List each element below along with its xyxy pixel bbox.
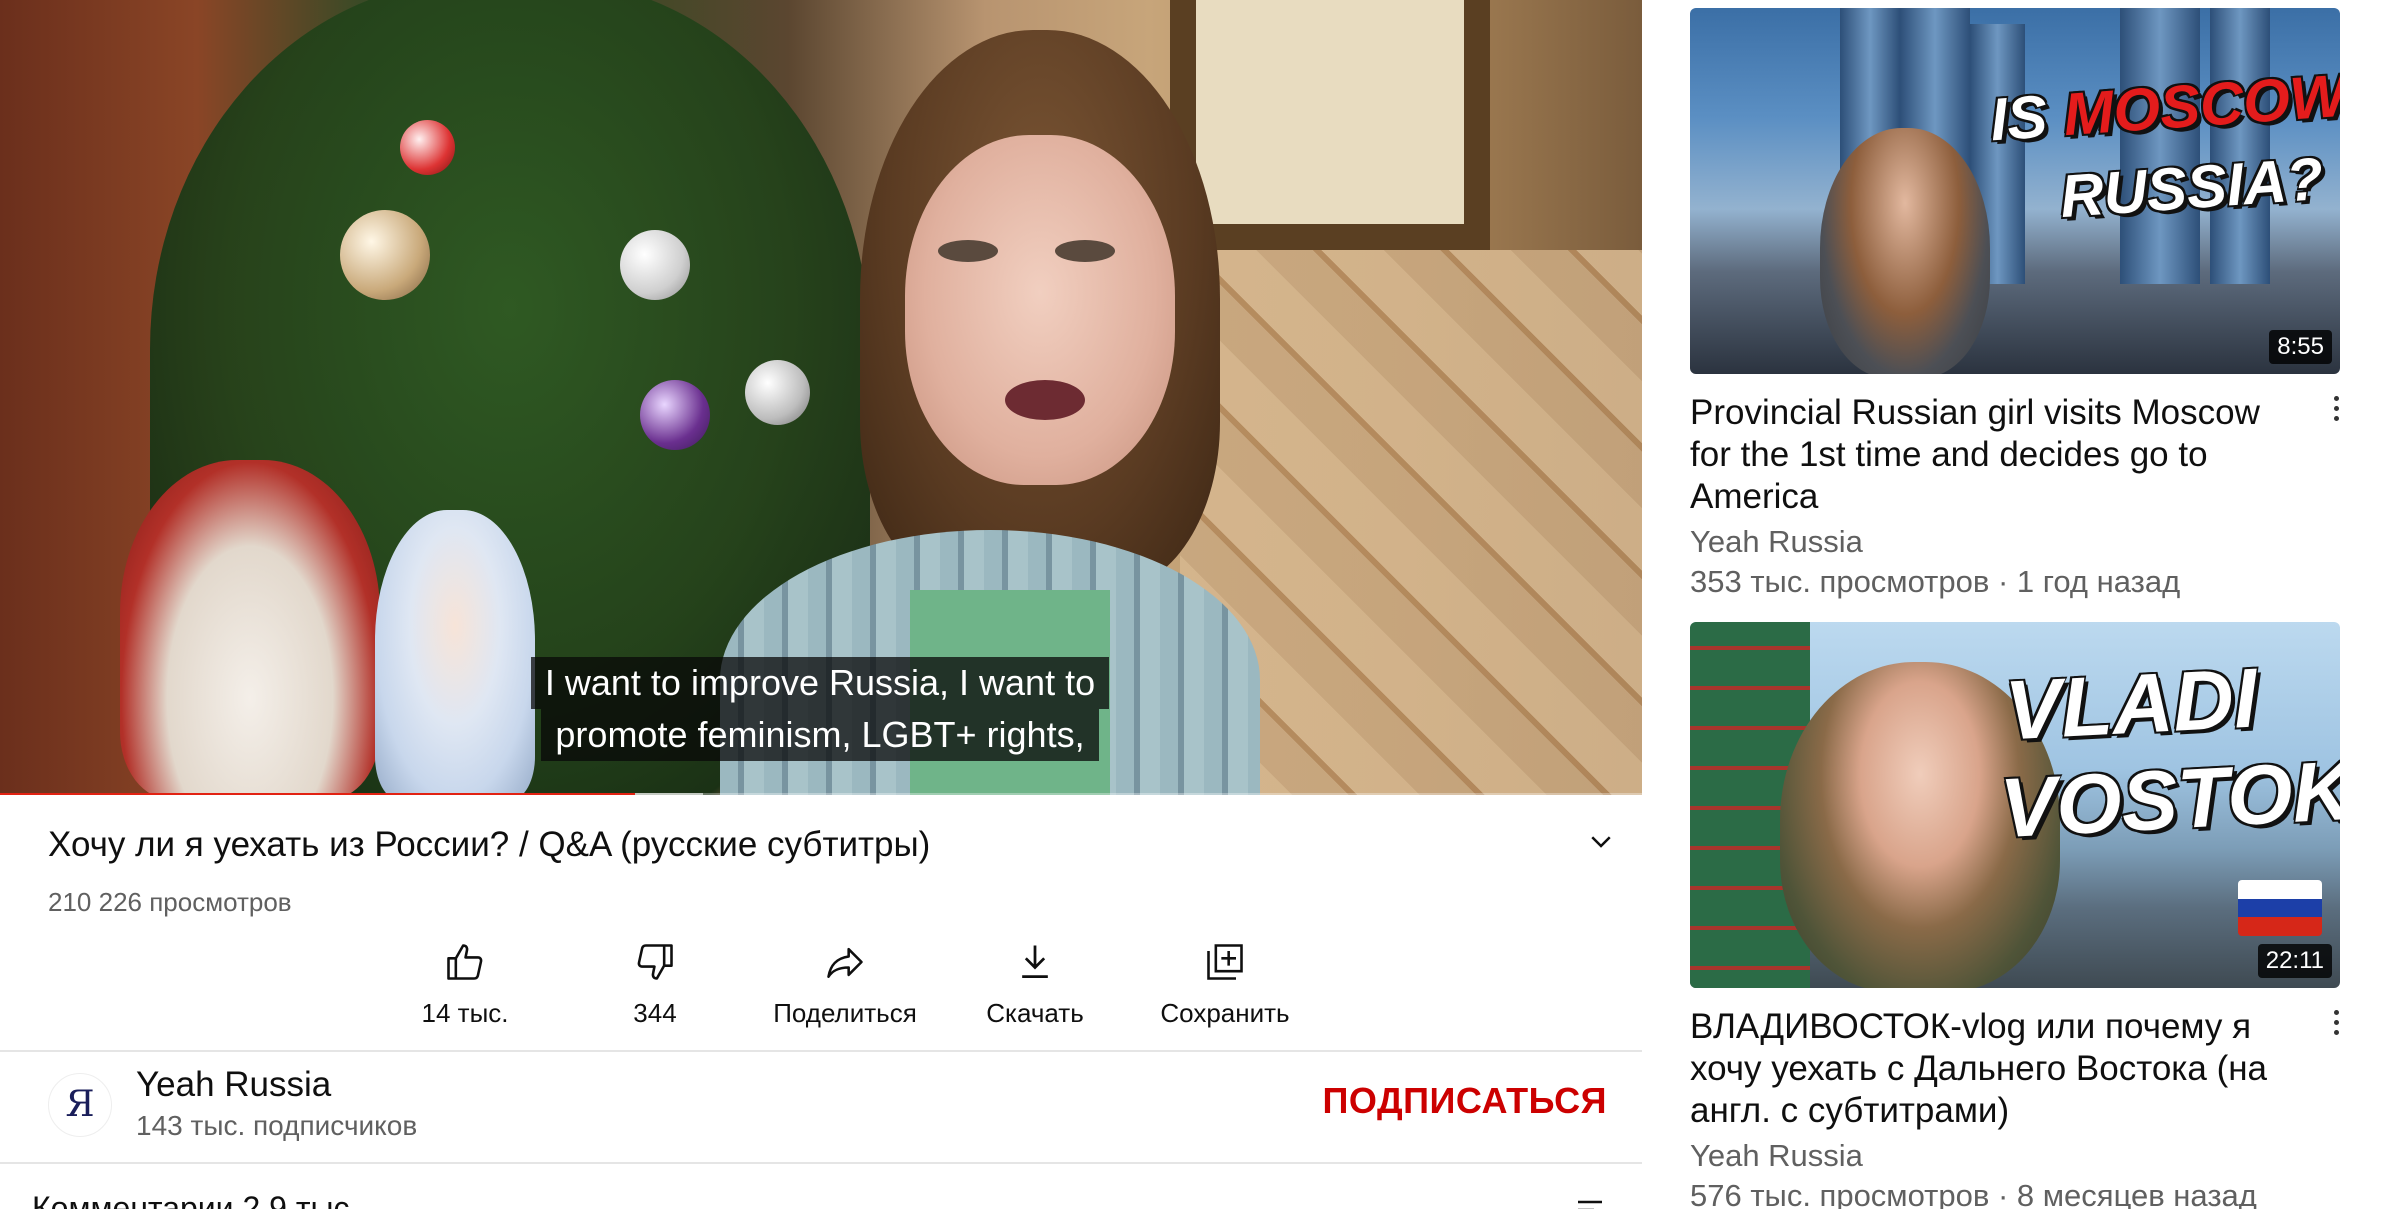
skyscraper [2210,8,2270,284]
thumbnail-text-line-1: IS MOSCOW [1988,61,2340,154]
video-duration: 8:55 [2269,330,2332,364]
presenter-eye [1055,240,1115,262]
subtitles: I want to improve Russia, I want to prom… [528,657,1112,761]
save-button[interactable]: Сохранить [1130,940,1320,1029]
presenter-mouth [1005,380,1085,420]
recommended-title[interactable]: ВЛАДИВОСТОК-vlog или почему я хочу уехат… [1690,1006,2310,1132]
view-count: 210 226 просмотров [48,887,292,917]
video-player[interactable]: I want to improve Russia, I want to prom… [0,0,1642,795]
video-title[interactable]: Хочу ли я уехать из России? / Q&A (русск… [48,825,930,865]
russia-flag-icon [2238,880,2322,936]
divider [0,1050,1642,1052]
save-label: Сохранить [1160,998,1290,1028]
action-bar: 14 тыс. 344 Поделиться Скачать Сохранить [370,940,1300,1030]
sort-icon[interactable] [1574,1196,1614,1209]
channel-name[interactable]: Yeah Russia [136,1065,331,1105]
more-options-icon[interactable] [2331,1010,2341,1040]
chevron-down-icon[interactable] [1586,826,1616,856]
subscriber-count: 143 тыс. подписчиков [136,1110,418,1141]
like-count: 14 тыс. [421,998,509,1028]
divider [0,1162,1642,1164]
recommended-video[interactable]: IS MOSCOW RUSSIA? 8:55 Provincial Russia… [1690,8,2340,600]
ornament [640,380,710,450]
dislike-button[interactable]: 344 [560,940,750,1029]
ornament [400,120,455,175]
thumbnail-person [1820,128,1990,374]
recommended-meta: 353 тыс. просмотров · 1 год назад [1690,564,2181,599]
download-icon [1022,945,1048,979]
like-icon [447,944,483,980]
recommended-channel[interactable]: Yeah Russia [1690,524,2340,560]
recommended-meta: 576 тыс. просмотров · 8 месяцев назад [1690,1178,2257,1209]
like-button[interactable]: 14 тыс. [370,940,560,1029]
presenter-eye [938,240,998,262]
save-playlist-icon [1207,944,1243,980]
more-options-icon[interactable] [2331,396,2341,426]
video-thumbnail[interactable]: IS MOSCOW RUSSIA? 8:55 [1690,8,2340,374]
recommended-title[interactable]: Provincial Russian girl visits Moscow fo… [1690,392,2310,518]
thumbnail-text-line-2: VOSTOK [1997,742,2340,856]
recommended-video[interactable]: VLADI VOSTOK 22:11 ВЛАДИВОСТОК-vlog или … [1690,622,2340,1209]
thumbnail-text-line-2: RUSSIA? [2057,144,2326,231]
share-button[interactable]: Поделиться [750,940,940,1029]
thumbnail-text-line-1: VLADI [2002,650,2260,758]
share-label: Поделиться [773,998,917,1028]
comments-header[interactable]: Комментарии 2,9 тыс. [32,1190,358,1209]
progress-bar[interactable] [0,793,1642,795]
presenter-face [905,135,1175,485]
skyscraper [2120,8,2200,284]
dislike-icon [637,944,673,980]
video-thumbnail[interactable]: VLADI VOSTOK 22:11 [1690,622,2340,988]
subscribe-button[interactable]: ПОДПИСАТЬСЯ [1323,1080,1607,1122]
video-duration: 22:11 [2257,944,2332,978]
recommended-channel[interactable]: Yeah Russia [1690,1138,2340,1174]
subtitle-line-2: promote feminism, LGBT+ rights, [541,709,1099,761]
download-button[interactable]: Скачать [940,940,1130,1029]
share-icon [827,947,863,978]
snow-maiden-figure [375,510,535,795]
channel-avatar[interactable]: Я [48,1073,112,1137]
santa-figure [120,460,380,795]
progress-played [0,793,636,795]
dislike-count: 344 [633,998,677,1028]
ornament [340,210,430,300]
ornament [620,230,690,300]
subtitle-line-1: I want to improve Russia, I want to [530,657,1110,709]
download-label: Скачать [986,998,1084,1028]
